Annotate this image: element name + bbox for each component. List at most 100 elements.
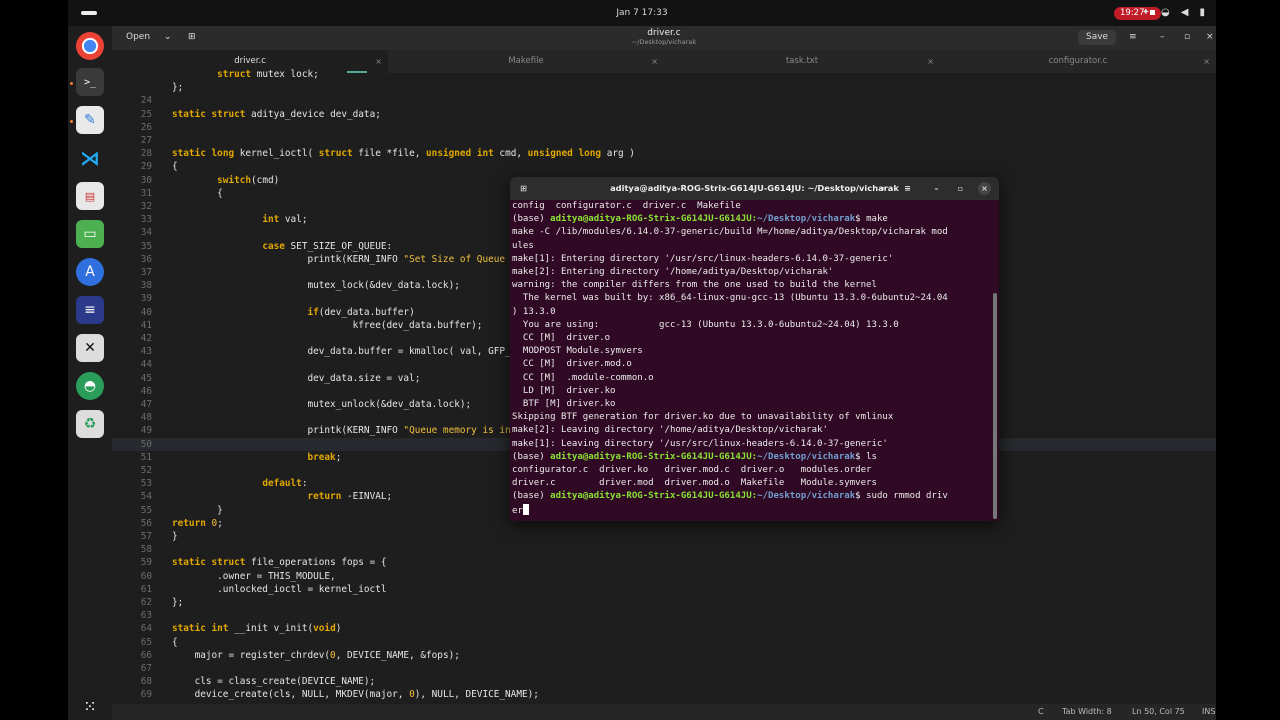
terminal-icon[interactable]: >_ [76,68,104,96]
vscode-icon[interactable]: ⋊ [76,144,104,172]
code-text: dev_data.buffer = kmalloc( val, GFP_KERN [172,346,534,358]
hamburger-menu-icon[interactable]: ≡ [901,182,914,195]
terminal-line: CC [M] driver.o [512,332,610,345]
code-line: 68 cls = class_create(DEVICE_NAME); [112,675,1216,688]
code-line: 65 { [112,636,1216,649]
output-text: You are using: gcc-13 (Ubuntu 13.3.0-6ub… [512,319,899,330]
line-number: 25 [140,108,152,120]
tab-label: driver.c [234,56,266,66]
output-text: Skipping BTF generation for driver.ko du… [512,412,894,423]
line-number: 39 [140,293,152,305]
code-line: 29 { [112,160,1216,173]
text-cursor [522,503,529,515]
line-number: 64 [140,623,152,635]
code-line: 27 [112,134,1216,147]
tab-label: task.txt [785,56,819,66]
line-number: 58 [140,544,152,556]
code-text: int val; [262,214,308,226]
line-number: 24 [140,95,152,107]
trash-icon[interactable]: ♻ [76,410,104,438]
volume-icon: ◀ [1180,7,1189,18]
running-indicator [70,120,73,123]
code-text: return -EINVAL; [307,491,393,503]
line-number: 56 [140,517,152,529]
line-number: 35 [140,240,152,252]
tab-width-selector[interactable]: Tab Width: 8 [1062,704,1112,720]
terminal-output[interactable]: config configurator.c driver.c Makefile (… [512,201,999,521]
code-line: 64 static int __init v_init(void) [112,622,1216,635]
line-number: 40 [140,306,152,318]
maximize-icon[interactable]: ▫ [954,182,967,195]
code-text: major = register_chrdev(0, DEVICE_NAME, … [172,649,460,661]
clock[interactable]: Jan 7 17:33 [68,8,1216,18]
chrome-icon[interactable] [76,32,104,60]
terminal-line: LD [M] driver.ko [512,385,616,398]
minimize-icon[interactable]: – [930,182,943,195]
code-text: static int __init v_init(void) [172,623,342,635]
code-line: 24 [112,94,1216,107]
code-text: } [172,531,178,542]
command-text: $ ls [855,451,877,462]
code-text: switch(cmd) [217,174,280,186]
output-text: CC [M] driver.mod.o [512,359,632,370]
terminal-line: CC [M] driver.mod.o [512,358,632,371]
code-text: } [172,504,223,516]
code-text: kfree(dev_data.buffer); [172,319,483,331]
code-line: 60 .owner = THIS_MODULE, [112,570,1216,583]
line-number: 26 [140,121,152,133]
code-line: 67 [112,662,1216,675]
terminal-line: (base) aditya@aditya-ROG-Strix-G614JU-G6… [512,490,948,503]
prompt-user: aditya@aditya-ROG-Strix-G614JU-G614JU: [550,451,758,462]
line-number: 43 [140,346,152,358]
line-number: 47 [140,399,152,410]
code-text: static long kernel_ioctl( struct file *f… [172,148,635,160]
terminal-window[interactable]: ⊞ aditya@aditya-ROG-Strix-G614JU-G614JU:… [510,177,999,521]
insert-mode[interactable]: INS [1202,704,1215,720]
search-icon[interactable]: ⌕ [876,182,889,195]
system-tray[interactable]: ✦ ◒ ◀ ▮ [1142,7,1216,18]
terminal-line: The kernel was built by: x86_64-linux-gn… [512,292,948,305]
maximize-icon[interactable]: ▫ [1176,30,1198,45]
eclipse-icon[interactable]: ≡ [76,296,104,324]
wifi-icon: ◒ [1161,7,1170,18]
line-number: 41 [140,319,152,331]
files-icon[interactable]: ▭ [76,220,104,248]
tab-label: Makefile [508,56,544,66]
code-line: 69 device_create(cls, NULL, MKDEV(major,… [112,688,1216,701]
x-app-icon[interactable]: ✕ [76,334,104,362]
close-icon[interactable]: × [978,182,991,195]
save-button[interactable]: Save [1078,30,1117,45]
code-text: break; [307,451,342,463]
output-text: BTF [M] driver.ko [512,399,616,409]
line-number: 62 [140,597,152,608]
language-selector[interactable]: C [1038,704,1044,720]
output-text: make -C /lib/modules/6.14.0-37-generic/b… [512,227,948,238]
output-text: warning: the compiler differs from the o… [512,280,877,291]
close-icon[interactable]: × [1198,30,1216,45]
running-indicator [70,82,73,85]
code-line: 58 [112,543,1216,556]
code-line: 26 [112,121,1216,134]
code-line: 25 static struct aditya_device dev_data; [112,108,1216,121]
code-line: 62}; [112,596,1216,609]
app-center-icon[interactable]: A [76,258,104,286]
line-number: 48 [140,412,152,424]
command-text: $ make [855,214,888,225]
line-number: 61 [140,583,152,595]
android-icon[interactable]: ◓ [76,372,104,400]
cursor-position[interactable]: Ln 50, Col 75 [1132,704,1185,720]
terminal-scrollbar[interactable] [993,293,997,519]
output-text: LD [M] driver.ko [512,385,616,396]
accessibility-icon: ✦ [1141,7,1151,18]
code-text: default: [262,478,308,490]
prompt-env: (base) [512,214,551,225]
minimize-icon[interactable]: – [1152,30,1173,45]
text-editor-icon[interactable]: ✎ [76,106,104,134]
hamburger-menu-icon[interactable]: ≡ [1121,30,1145,45]
terminal-line: driver.c driver.mod driver.mod.o Makefil… [512,477,877,490]
output-text: ) 13.3.0 [512,306,556,317]
line-number: 59 [140,557,152,569]
show-apps-icon[interactable]: ⁙ [76,692,104,720]
code-line: 61 .unlocked_ioctl = kernel_ioctl [112,583,1216,596]
document-viewer-icon[interactable]: ▤ [76,182,104,210]
